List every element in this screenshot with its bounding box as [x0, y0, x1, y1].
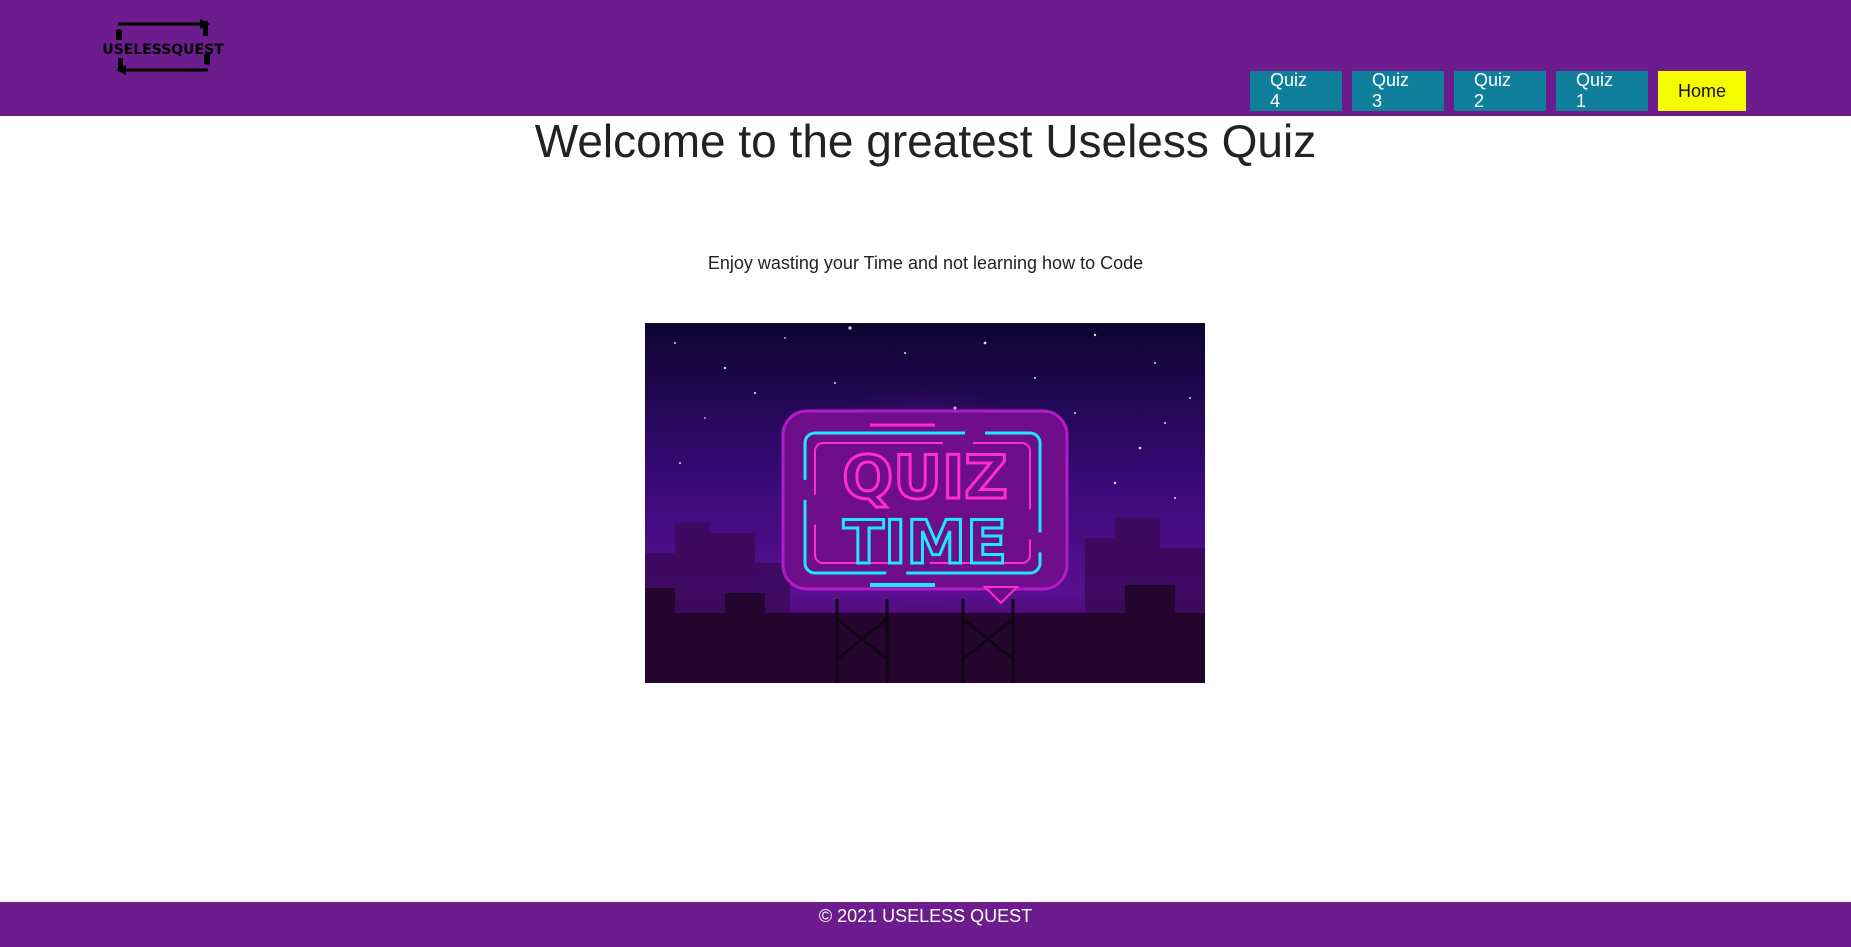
footer-copyright: © 2021 USELESS QUEST [818, 906, 1033, 926]
page-title: Welcome to the greatest Useless Quiz [534, 115, 1317, 167]
nav-quiz-1-button[interactable]: Quiz 1 [1556, 70, 1648, 111]
nav-quiz-3-button[interactable]: Quiz 3 [1352, 70, 1444, 111]
page-subtitle: Enjoy wasting your Time and not learning… [707, 253, 1144, 273]
hero-word-time: TIME [843, 508, 1007, 578]
nav-quiz-4-button[interactable]: Quiz 4 [1250, 70, 1342, 111]
hero-word-quiz: QUIZ [842, 443, 1008, 513]
logo-text: USELESSQUEST [102, 42, 224, 58]
quiz-time-hero-image: QUIZ TIME [645, 323, 1205, 683]
footer-bar: © 2021 USELESS QUEST [0, 902, 1851, 947]
header-bar: USELESSQUEST Quiz 4 Quiz 3 Quiz 2 Quiz 1… [0, 0, 1851, 116]
nav-quiz-2-button[interactable]: Quiz 2 [1454, 70, 1546, 111]
nav-home-button[interactable]: Home [1658, 71, 1746, 111]
main-nav: Quiz 4 Quiz 3 Quiz 2 Quiz 1 Home [1250, 70, 1746, 111]
site-logo[interactable]: USELESSQUEST [100, 18, 226, 76]
